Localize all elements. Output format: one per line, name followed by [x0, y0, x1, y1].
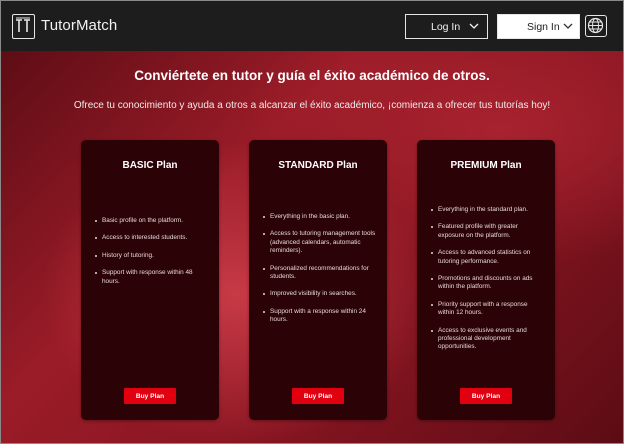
buy-standard-plan-button[interactable]: Buy Plan: [292, 388, 344, 404]
hero-section: Conviértete en tutor y guía el éxito aca…: [1, 51, 623, 443]
plan-features-list: Everything in the standard plan. Feature…: [431, 206, 545, 361]
plan-feature: Promotions and discounts on ads within t…: [431, 275, 545, 292]
plan-card-premium: PREMIUM Plan Everything in the standard …: [417, 140, 555, 420]
language-button[interactable]: [585, 15, 607, 37]
plan-feature: Everything in the standard plan.: [431, 206, 545, 214]
plan-feature: Support with a response within 24 hours.: [263, 308, 377, 325]
plan-card-basic: BASIC Plan Basic profile on the platform…: [81, 140, 219, 420]
plan-feature: Support with response within 48 hours.: [95, 269, 209, 286]
plan-feature: Basic profile on the platform.: [95, 217, 209, 225]
page-frame: TutorMatch Log In Sign In Conviértete en…: [0, 0, 624, 444]
signin-dropdown-button[interactable]: Sign In: [497, 14, 580, 39]
plan-feature: History of tutoring.: [95, 252, 209, 260]
plan-feature: Improved visibility in searches.: [263, 290, 377, 298]
plan-features-list: Basic profile on the platform. Access to…: [95, 217, 209, 295]
plan-card-standard: STANDARD Plan Everything in the basic pl…: [249, 140, 387, 420]
brand-name[interactable]: TutorMatch: [41, 17, 117, 34]
plan-feature: Everything in the basic plan.: [263, 213, 377, 221]
plan-feature: Priority support with a response within …: [431, 301, 545, 318]
plan-feature: Access to exclusive events and professio…: [431, 327, 545, 352]
chevron-down-icon: [562, 20, 574, 35]
login-label: Log In: [431, 21, 461, 33]
hero-subtitle: Ofrece tu conocimiento y ayuda a otros a…: [73, 100, 551, 111]
plan-title: BASIC Plan: [122, 160, 178, 171]
plan-features-list: Everything in the basic plan. Access to …: [263, 213, 377, 334]
plan-feature: Personalized recommendations for student…: [263, 265, 377, 282]
plan-feature: Access to tutoring management tools (adv…: [263, 230, 377, 255]
top-navigation-bar: TutorMatch Log In Sign In: [1, 1, 623, 51]
plan-title: PREMIUM Plan: [450, 160, 522, 171]
tutormatch-logo-icon[interactable]: [12, 14, 35, 39]
plan-title: STANDARD Plan: [278, 160, 358, 171]
chevron-down-icon: [468, 20, 480, 35]
signin-label: Sign In: [527, 21, 560, 33]
hero-title: Conviértete en tutor y guía el éxito aca…: [134, 68, 490, 83]
plan-feature: Access to interested students.: [95, 234, 209, 242]
plan-feature: Access to advanced statistics on tutorin…: [431, 249, 545, 266]
login-dropdown-button[interactable]: Log In: [405, 14, 488, 39]
buy-basic-plan-button[interactable]: Buy Plan: [124, 388, 176, 404]
buy-premium-plan-button[interactable]: Buy Plan: [460, 388, 512, 404]
plan-feature: Featured profile with greater exposure o…: [431, 223, 545, 240]
